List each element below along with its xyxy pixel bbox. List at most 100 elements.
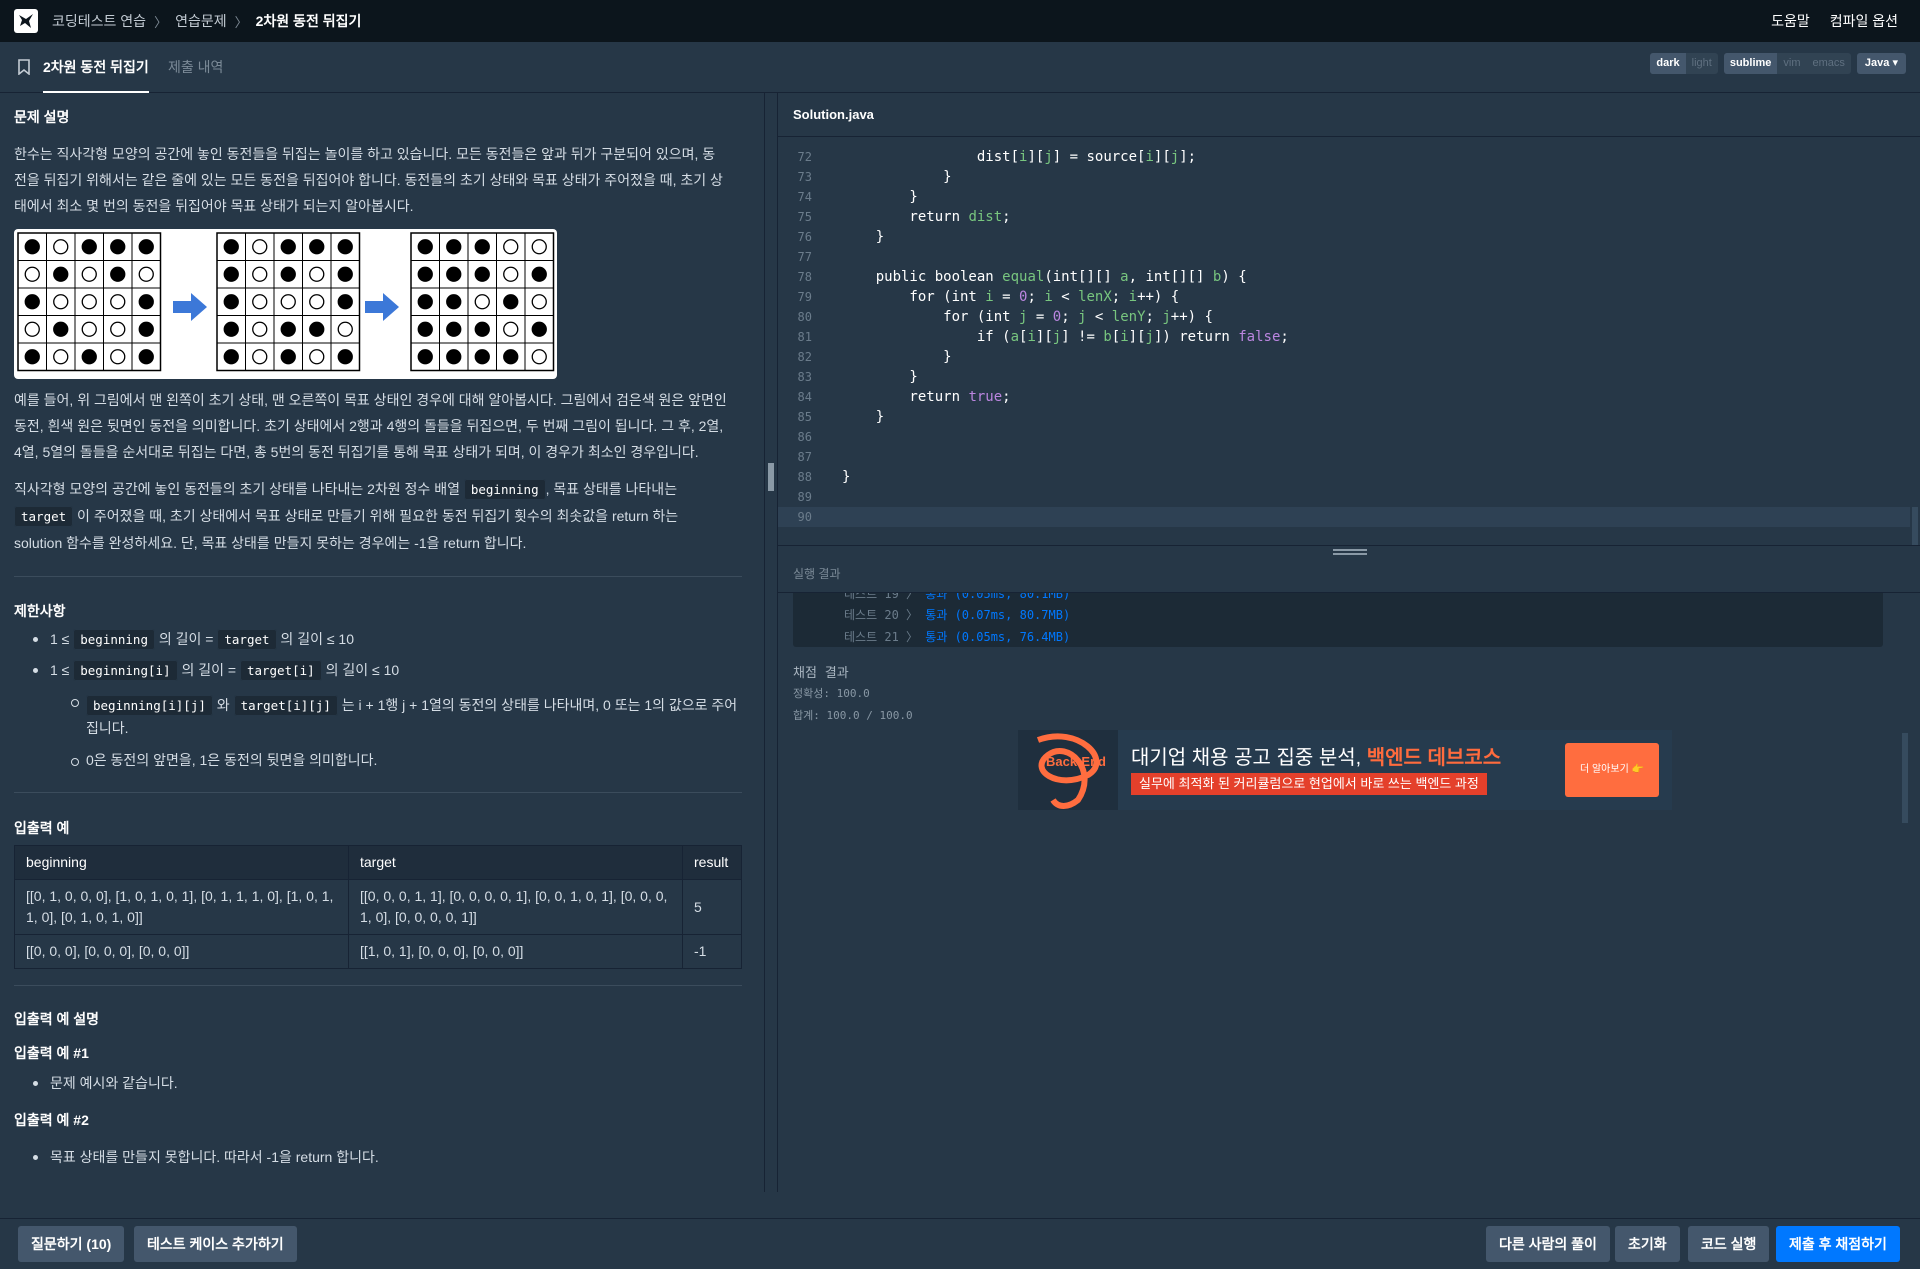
code-text[interactable]: for (int i = 0; i < lenX; i++) { xyxy=(812,287,1179,307)
code-line[interactable]: 73 } xyxy=(778,167,1910,187)
code-text[interactable] xyxy=(812,487,842,507)
code-text[interactable] xyxy=(812,247,842,267)
resize-handle-icon[interactable] xyxy=(768,463,774,491)
code-text[interactable]: } xyxy=(812,187,917,207)
code-line[interactable]: 74 } xyxy=(778,187,1910,207)
keymap-vim-button[interactable]: vim xyxy=(1777,53,1806,74)
code-text[interactable]: return dist; xyxy=(812,207,1010,227)
run-code-button[interactable]: 코드 실행 xyxy=(1688,1226,1770,1262)
ad-learn-more-button[interactable]: 더 알아보기 👉 xyxy=(1565,743,1659,797)
breadcrumb-item[interactable]: 연습문제 xyxy=(175,11,227,31)
line-number: 85 xyxy=(797,410,812,424)
code-line[interactable]: 79 for (int i = 0; i < lenX; i++) { xyxy=(778,287,1910,307)
panel-resizer[interactable] xyxy=(764,93,778,1192)
coin-back xyxy=(252,349,268,365)
code-text[interactable]: for (int j = 0; j < lenY; j++) { xyxy=(812,307,1213,327)
code-text[interactable] xyxy=(812,447,842,467)
total-score-text: 합계: 100.0 / 100.0 xyxy=(793,709,913,722)
problem-panel[interactable]: 문제 설명 한수는 직사각형 모양의 공간에 놓인 동전들을 뒤집는 놀이를 하… xyxy=(0,93,764,1192)
code-text[interactable]: } xyxy=(812,367,917,387)
coin-back xyxy=(252,266,268,282)
ask-question-button[interactable]: 질문하기 (10) xyxy=(18,1226,125,1262)
code-line[interactable]: 82 } xyxy=(778,347,1910,367)
tab-submissions[interactable]: 제출 내역 xyxy=(168,42,223,93)
code-text[interactable]: if (a[i][j] != b[i][j]) return false; xyxy=(812,327,1289,347)
code-line[interactable]: 72 dist[i][j] = source[i][j]; xyxy=(778,147,1910,167)
theme-light-button[interactable]: light xyxy=(1686,53,1718,74)
editor-scrollbar[interactable] xyxy=(1912,507,1918,545)
code-text[interactable]: public boolean equal(int[][] a, int[][] … xyxy=(812,267,1247,287)
code-line[interactable]: 77 xyxy=(778,247,1910,267)
code-line[interactable]: 87 xyxy=(778,447,1910,467)
tab-problem[interactable]: 2차원 동전 뒤집기 xyxy=(43,42,149,93)
others-solutions-button[interactable]: 다른 사람의 풀이 xyxy=(1486,1226,1610,1262)
coin-front xyxy=(223,321,239,337)
keymap-sublime-button[interactable]: sublime xyxy=(1723,53,1778,74)
code-text[interactable]: } xyxy=(812,167,951,187)
constraints-list: 1 ≤ beginning 의 길이 = target 의 길이 ≤ 10 1 … xyxy=(14,626,742,773)
theme-dark-button[interactable]: dark xyxy=(1650,53,1686,74)
coin-back xyxy=(24,321,40,337)
code-line[interactable]: 80 for (int j = 0; j < lenY; j++) { xyxy=(778,307,1910,327)
code-line[interactable]: 90 xyxy=(778,507,1910,527)
line-number: 80 xyxy=(797,310,812,324)
code-line[interactable]: 76 } xyxy=(778,227,1910,247)
compile-options-link[interactable]: 컴파일 옵션 xyxy=(1830,11,1898,31)
code-line[interactable]: 84 return true; xyxy=(778,387,1910,407)
code-lines[interactable]: 72 dist[i][j] = source[i][j]; 73 } 74 } 75 … xyxy=(778,147,1910,527)
example-2-list: 목표 상태를 만들지 못합니다. 따라서 -1을 return 합니다. xyxy=(14,1144,742,1170)
code-text[interactable] xyxy=(812,507,842,527)
coin-back xyxy=(309,266,325,282)
programmers-logo-icon[interactable] xyxy=(14,9,38,33)
help-link[interactable]: 도움말 xyxy=(1771,11,1810,31)
ad-headline: 대기업 채용 공고 집중 분석, 백엔드 데브코스 xyxy=(1131,741,1501,770)
breadcrumb-item[interactable]: 코딩테스트 연습 xyxy=(52,11,146,31)
test-results-box: 테스트 19 〉 통과 (0.05ms, 80.1MB) 테스트 20 〉 통과… xyxy=(793,593,1883,647)
code-editor[interactable]: 72 dist[i][j] = source[i][j]; 73 } 74 } 75 … xyxy=(778,137,1920,545)
add-test-case-button[interactable]: 테스트 케이스 추가하기 xyxy=(134,1226,297,1262)
code-text[interactable]: return true; xyxy=(812,387,1010,407)
code-line[interactable]: 86 xyxy=(778,427,1910,447)
code-line[interactable]: 85 } xyxy=(778,407,1910,427)
code-line[interactable]: 88} xyxy=(778,467,1910,487)
code-text[interactable]: dist[i][j] = source[i][j]; xyxy=(812,147,1196,167)
top-navigation: 코딩테스트 연습 〉 연습문제 〉 2차원 동전 뒤집기 도움말 컴파일 옵션 xyxy=(0,0,1920,42)
reset-button[interactable]: 초기화 xyxy=(1615,1226,1680,1262)
language-select[interactable]: Java ▾ xyxy=(1856,53,1906,74)
line-number: 84 xyxy=(797,390,812,404)
coin-front xyxy=(503,294,519,310)
keymap-emacs-button[interactable]: emacs xyxy=(1807,53,1851,74)
coin-front xyxy=(53,321,69,337)
editor-results-resizer[interactable] xyxy=(778,545,1920,555)
example-title: 입출력 예 #1 xyxy=(14,1045,89,1061)
code-line[interactable]: 81 if (a[i][j] != b[i][j]) return false; xyxy=(778,327,1910,347)
ad-headline-a: 대기업 채용 공고 집중 분석, xyxy=(1131,747,1367,769)
file-tab[interactable]: Solution.java xyxy=(778,93,1920,137)
code-text[interactable]: } xyxy=(812,347,951,367)
coin-front xyxy=(110,266,126,282)
line-number: 86 xyxy=(797,430,812,444)
bookmark-icon[interactable] xyxy=(18,59,30,75)
coin-back xyxy=(110,349,126,365)
divider xyxy=(14,792,742,793)
code-line[interactable]: 89 xyxy=(778,487,1910,507)
submit-button[interactable]: 제출 후 채점하기 xyxy=(1776,1226,1900,1262)
chevron-right-icon: 〉 xyxy=(234,14,248,30)
line-number: 90 xyxy=(797,510,812,524)
code-text[interactable]: } xyxy=(812,467,850,487)
text-span: 이 주어졌을 때, 초기 상태에서 목표 상태로 만들기 위해 필요한 동전 뒤… xyxy=(77,508,679,524)
line-number: 88 xyxy=(797,470,812,484)
code-text[interactable]: } xyxy=(812,227,884,247)
code-line[interactable]: 83 } xyxy=(778,367,1910,387)
ad-banner[interactable]: Back-End 대기업 채용 공고 집중 분석, 백엔드 데브코스 실무에 최… xyxy=(1018,730,1672,810)
results-scrollbar[interactable] xyxy=(1902,733,1908,823)
code-text[interactable] xyxy=(812,427,842,447)
code-inline: target[i] xyxy=(239,660,322,681)
line-number: 87 xyxy=(797,450,812,464)
code-inline: beginning xyxy=(73,629,155,650)
code-line[interactable]: 75 return dist; xyxy=(778,207,1910,227)
results-panel[interactable]: 테스트 19 〉 통과 (0.05ms, 80.1MB) 테스트 20 〉 통과… xyxy=(778,593,1920,1192)
code-line[interactable]: 78 public boolean equal(int[][] a, int[]… xyxy=(778,267,1910,287)
code-text[interactable]: } xyxy=(812,407,884,427)
coin-back xyxy=(24,266,40,282)
